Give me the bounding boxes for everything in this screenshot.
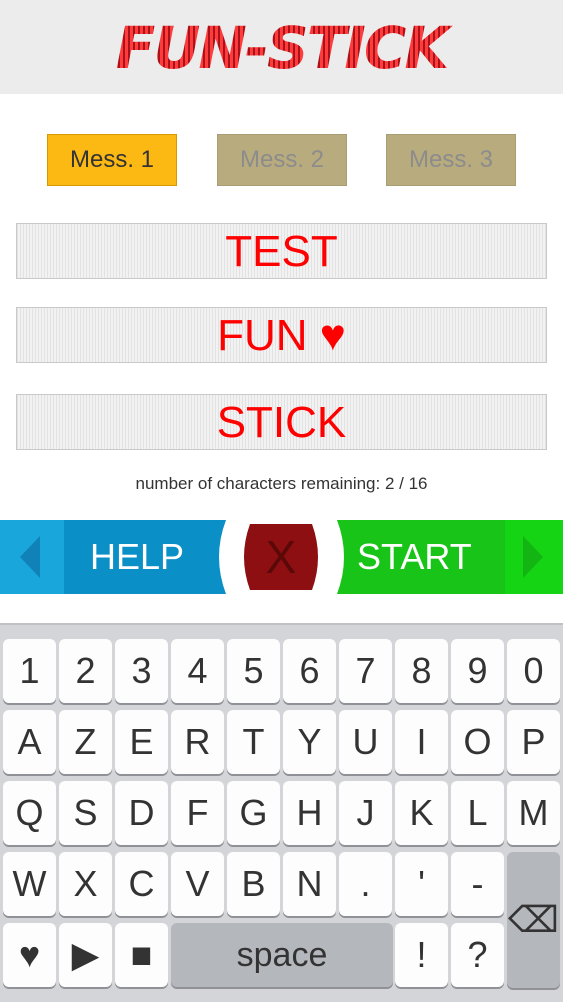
key-period[interactable]: . — [339, 852, 392, 916]
key-s[interactable]: S — [59, 781, 112, 845]
key-8[interactable]: 8 — [395, 639, 448, 703]
key-u[interactable]: U — [339, 710, 392, 774]
play-icon[interactable]: ▶ — [59, 923, 112, 987]
key-4[interactable]: 4 — [171, 639, 224, 703]
app-header: FUN-STICK — [0, 0, 563, 94]
space-key[interactable]: space — [171, 923, 393, 987]
key-o[interactable]: O — [451, 710, 504, 774]
keyboard: 1 2 3 4 5 6 7 8 9 0 A Z E R T Y U I O P … — [0, 623, 563, 1002]
close-icon: X — [265, 531, 297, 583]
key-a[interactable]: A — [3, 710, 56, 774]
stop-icon[interactable]: ■ — [115, 923, 168, 987]
key-h[interactable]: H — [283, 781, 336, 845]
key-v[interactable]: V — [171, 852, 224, 916]
key-l[interactable]: L — [451, 781, 504, 845]
key-n[interactable]: N — [283, 852, 336, 916]
key-2[interactable]: 2 — [59, 639, 112, 703]
key-exclamation[interactable]: ! — [395, 923, 448, 987]
start-button[interactable]: START — [337, 520, 563, 594]
key-e[interactable]: E — [115, 710, 168, 774]
key-5[interactable]: 5 — [227, 639, 280, 703]
tab-message-2[interactable]: Mess. 2 — [217, 134, 347, 186]
key-j[interactable]: J — [339, 781, 392, 845]
key-hyphen[interactable]: - — [451, 852, 504, 916]
key-m[interactable]: M — [507, 781, 560, 845]
key-3[interactable]: 3 — [115, 639, 168, 703]
key-9[interactable]: 9 — [451, 639, 504, 703]
characters-remaining: number of characters remaining: 2 / 16 — [135, 474, 428, 493]
tab-message-3[interactable]: Mess. 3 — [386, 134, 516, 186]
key-0[interactable]: 0 — [507, 639, 560, 703]
key-x[interactable]: X — [59, 852, 112, 916]
clear-button[interactable]: X — [244, 522, 318, 592]
message-line-3[interactable]: STICK — [16, 394, 547, 450]
key-i[interactable]: I — [395, 710, 448, 774]
key-p[interactable]: P — [507, 710, 560, 774]
tab-message-1[interactable]: Mess. 1 — [47, 134, 177, 186]
key-b[interactable]: B — [227, 852, 280, 916]
message-line-1[interactable]: TEST — [16, 223, 547, 279]
key-6[interactable]: 6 — [283, 639, 336, 703]
key-y[interactable]: Y — [283, 710, 336, 774]
key-k[interactable]: K — [395, 781, 448, 845]
key-g[interactable]: G — [227, 781, 280, 845]
key-question[interactable]: ? — [451, 923, 504, 987]
key-t[interactable]: T — [227, 710, 280, 774]
key-d[interactable]: D — [115, 781, 168, 845]
help-button[interactable]: HELP — [0, 520, 226, 594]
key-7[interactable]: 7 — [339, 639, 392, 703]
key-f[interactable]: F — [171, 781, 224, 845]
key-z[interactable]: Z — [59, 710, 112, 774]
start-label: START — [357, 536, 472, 577]
message-line-2[interactable]: FUN ♥ — [16, 307, 547, 363]
key-w[interactable]: W — [3, 852, 56, 916]
key-1[interactable]: 1 — [3, 639, 56, 703]
key-q[interactable]: Q — [3, 781, 56, 845]
key-c[interactable]: C — [115, 852, 168, 916]
key-r[interactable]: R — [171, 710, 224, 774]
app-logo: FUN-STICK — [0, 6, 563, 90]
backspace-icon[interactable]: ⌫ — [507, 852, 560, 988]
key-heart[interactable]: ♥ — [3, 923, 56, 987]
key-apostrophe[interactable]: ' — [395, 852, 448, 916]
help-label: HELP — [90, 536, 185, 577]
